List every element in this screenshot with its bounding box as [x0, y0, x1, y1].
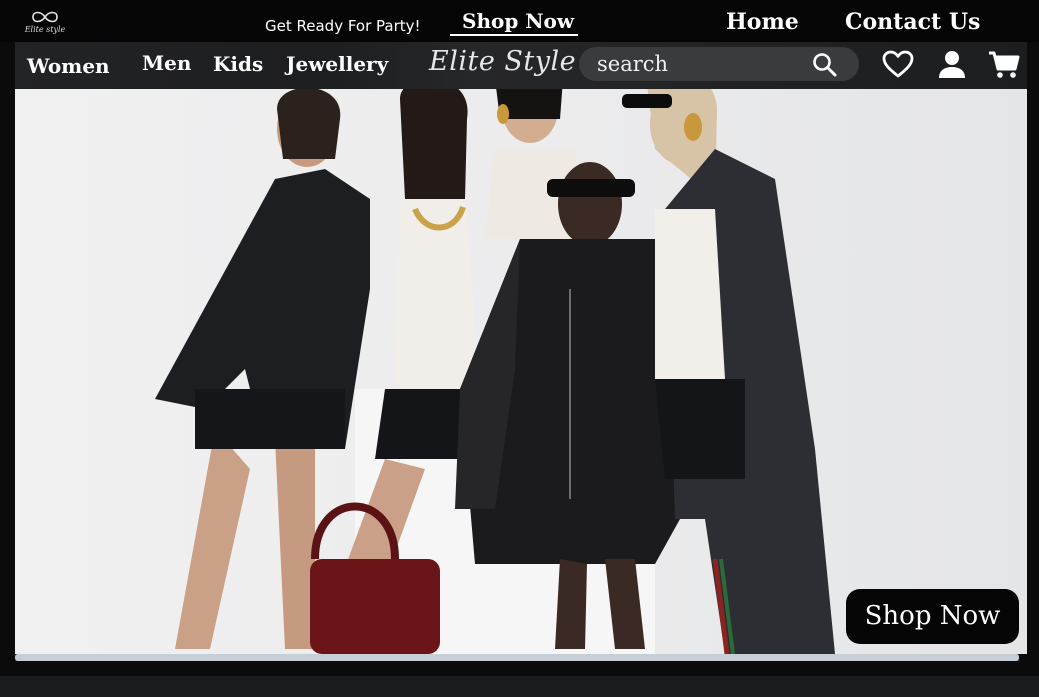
- slide-progress-track: [15, 654, 1019, 661]
- shop-now-button[interactable]: Shop Now: [846, 589, 1019, 644]
- promo-shop-now-label: Shop Now: [462, 9, 575, 33]
- home-link[interactable]: Home: [726, 9, 799, 35]
- nav-item-women[interactable]: Women: [27, 54, 110, 78]
- main-nav-bar: Women Men Kids Jewellery Elite Style: [15, 42, 1027, 89]
- slide-progress-fill: [15, 654, 1019, 661]
- brand-name[interactable]: Elite Style: [429, 46, 576, 77]
- hero-banner: [15, 89, 1027, 654]
- nav-item-kids[interactable]: Kids: [213, 52, 263, 76]
- contact-us-link[interactable]: Contact Us: [845, 9, 980, 35]
- logo-text: Elite style: [24, 25, 66, 34]
- bottom-strip: [0, 676, 1039, 697]
- infinity-icon: [32, 11, 58, 23]
- nav-item-men[interactable]: Men: [142, 51, 191, 75]
- promo-shop-now-link[interactable]: Shop Now: [450, 2, 578, 36]
- top-promo-bar: Elite style Get Ready For Party! Shop No…: [0, 0, 1039, 42]
- user-icon[interactable]: [935, 48, 969, 82]
- brand-logo[interactable]: Elite style: [22, 9, 68, 37]
- search-bar: [579, 47, 859, 81]
- search-input[interactable]: [597, 50, 807, 78]
- promo-text: Get Ready For Party!: [265, 17, 421, 35]
- heart-icon[interactable]: [881, 48, 915, 82]
- cart-icon[interactable]: [987, 48, 1021, 82]
- nav-item-jewellery[interactable]: Jewellery: [286, 52, 388, 76]
- fashion-models-photo: [155, 89, 835, 654]
- search-icon[interactable]: [811, 51, 839, 79]
